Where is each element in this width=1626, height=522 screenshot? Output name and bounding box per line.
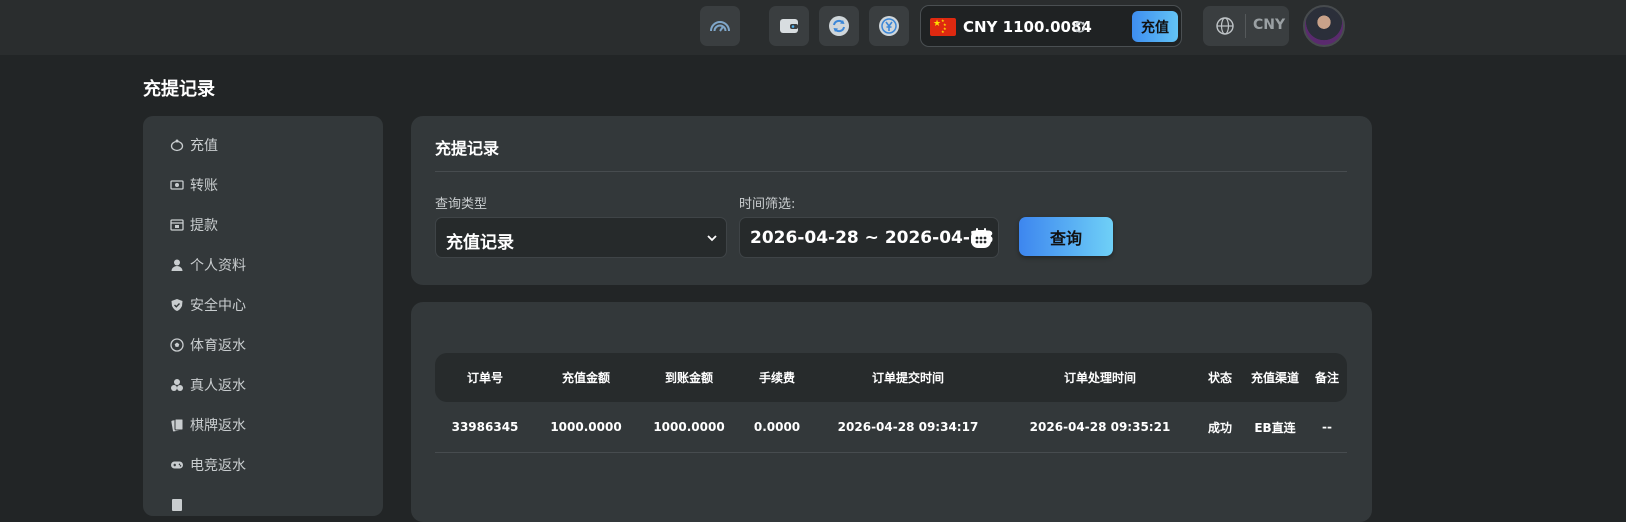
cell-remark: --	[1322, 420, 1332, 434]
sidebar: 充值 转账 提款 个人资料 安全中心 体育返水 真人返水 棋牌返水 电竞返水	[143, 116, 383, 516]
sidebar-item-label: 真人返水	[190, 378, 246, 394]
user-icon	[169, 257, 185, 273]
money-transfer-icon	[169, 177, 185, 193]
cell-status: 成功	[1207, 420, 1232, 435]
report-icon	[169, 497, 185, 513]
cell-credited-amount: 1000.0000	[653, 420, 725, 434]
wallet-button[interactable]	[769, 6, 809, 46]
sidebar-item-live-rebate[interactable]: 真人返水	[169, 374, 246, 396]
globe-icon	[1216, 17, 1234, 35]
currency-code: CNY	[1253, 17, 1286, 33]
sidebar-item-label: 电竞返水	[190, 458, 246, 474]
user-avatar[interactable]	[1303, 5, 1345, 47]
column-header-submit-time: 订单提交时间	[871, 371, 944, 385]
column-header-fee: 手续费	[758, 371, 795, 385]
filter-title: 充提记录	[435, 139, 500, 158]
sidebar-item-cards-rebate[interactable]: 棋牌返水	[169, 414, 246, 436]
page-title: 充提记录	[143, 79, 215, 100]
sidebar-item-label: 提款	[190, 218, 218, 234]
soccer-ball-icon	[169, 337, 185, 353]
shield-icon	[169, 297, 185, 313]
column-header-process-time: 订单处理时间	[1063, 371, 1136, 385]
top-bar: ★ ★ ★ ★ ★ CNY 1100.0084 充值 CNY	[0, 0, 1626, 55]
casino-chips-icon	[169, 377, 185, 393]
playing-cards-icon	[169, 417, 185, 433]
query-type-value: 充值记录	[446, 233, 514, 253]
date-range-input[interactable]: 2026-04-28 ~ 2026-04-28	[739, 217, 999, 258]
cell-submit-time: 2026-04-28 09:34:17	[837, 420, 979, 434]
cash-withdraw-icon	[169, 217, 185, 233]
yuan-coin-icon	[879, 16, 899, 36]
column-header-channel: 充值渠道	[1250, 371, 1299, 385]
column-header-status: 状态	[1207, 371, 1232, 385]
filter-panel: 充提记录 查询类型 充值记录 时间筛选: 2026-04-28 ~ 2026-0…	[411, 116, 1372, 285]
cell-channel: EB直连	[1254, 420, 1296, 435]
sidebar-item-label: 体育返水	[190, 338, 246, 354]
transfer-button[interactable]	[819, 6, 859, 46]
calendar-icon[interactable]	[970, 227, 992, 249]
cell-fee: 0.0000	[753, 420, 801, 434]
speed-test-button[interactable]	[700, 6, 740, 46]
currency-button[interactable]	[869, 6, 909, 46]
exchange-icon	[829, 16, 849, 36]
recharge-button[interactable]: 充值	[1132, 11, 1178, 42]
cell-recharge-amount: 1000.0000	[550, 420, 622, 434]
sidebar-item-esports-rebate[interactable]: 电竞返水	[169, 454, 246, 476]
wallet-icon	[780, 19, 798, 33]
chevron-down-icon	[707, 235, 717, 242]
sidebar-item-security[interactable]: 安全中心	[169, 294, 246, 316]
date-range-value: 2026-04-28 ~ 2026-04-28	[750, 228, 994, 248]
sidebar-item-label: 个人资料	[190, 258, 246, 274]
gamepad-icon	[169, 457, 185, 473]
filter-divider	[435, 171, 1347, 172]
balance-currency: CNY	[963, 18, 998, 36]
selector-divider	[1245, 14, 1246, 38]
query-button[interactable]: 查询	[1019, 217, 1113, 256]
speedometer-icon	[710, 21, 730, 32]
language-currency-selector[interactable]: CNY	[1203, 6, 1289, 46]
column-header-credited-amount: 到账金额	[664, 371, 713, 385]
table-header: 订单号 充值金额 到账金额 手续费 订单提交时间 订单处理时间 状态 充值渠道 …	[435, 353, 1347, 402]
piggy-bank-icon	[169, 137, 185, 153]
balance-widget: ★ ★ ★ ★ ★ CNY 1100.0084 充值	[920, 5, 1182, 47]
cell-process-time: 2026-04-28 09:35:21	[1029, 420, 1171, 434]
sidebar-item-label: 充值	[190, 138, 218, 154]
time-filter-label: 时间筛选:	[739, 197, 796, 212]
sidebar-item-recharge[interactable]: 充值	[169, 134, 218, 156]
column-header-order-id: 订单号	[466, 371, 503, 385]
column-header-recharge-amount: 充值金额	[561, 371, 610, 385]
sidebar-item-withdraw[interactable]: 提款	[169, 214, 218, 236]
query-type-label: 查询类型	[435, 197, 488, 212]
cell-order-id: 33986345	[451, 420, 519, 434]
table-row: 33986345 1000.0000 1000.0000 0.0000 2026…	[435, 402, 1347, 453]
sidebar-item-sports-rebate[interactable]: 体育返水	[169, 334, 246, 356]
query-type-select[interactable]: 充值记录	[435, 217, 727, 258]
china-flag-icon: ★ ★ ★ ★ ★	[930, 18, 956, 36]
sidebar-item-label: 安全中心	[190, 298, 246, 314]
sidebar-item-label: 转账	[190, 178, 218, 194]
sidebar-item-label: 棋牌返水	[190, 418, 246, 434]
refresh-icon[interactable]	[1073, 20, 1087, 34]
sidebar-item-transfer[interactable]: 转账	[169, 174, 218, 196]
records-table-panel: 订单号 充值金额 到账金额 手续费 订单提交时间 订单处理时间 状态 充值渠道 …	[411, 302, 1372, 522]
sidebar-item-more[interactable]	[169, 494, 190, 516]
sidebar-item-profile[interactable]: 个人资料	[169, 254, 246, 276]
column-header-remark: 备注	[1314, 371, 1339, 385]
